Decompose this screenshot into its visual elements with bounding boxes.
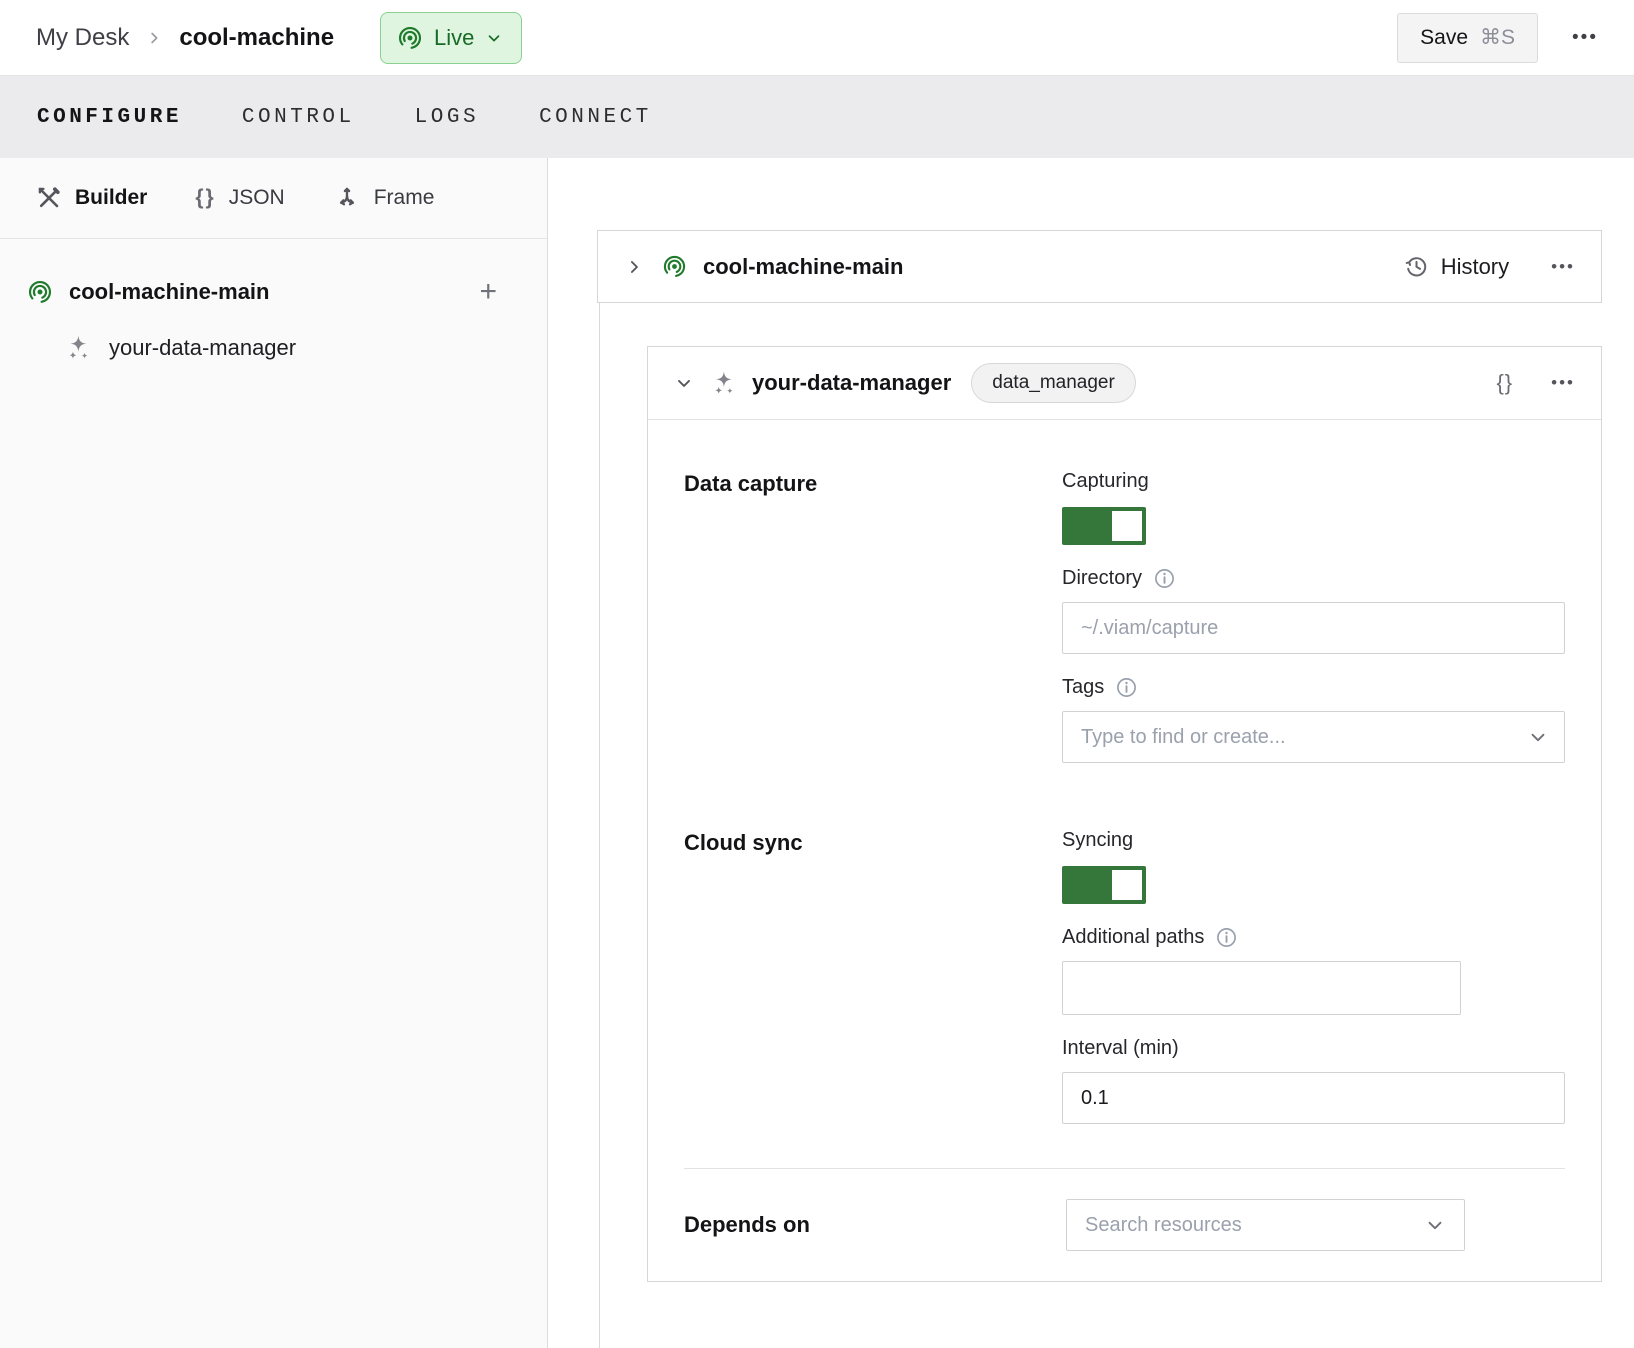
additional-paths-label: Additional paths — [1062, 926, 1204, 949]
section-label: Cloud sync — [684, 829, 1062, 1124]
history-label: History — [1441, 254, 1509, 280]
view-json[interactable]: {} JSON — [195, 186, 284, 210]
tab-control[interactable]: CONTROL — [242, 106, 355, 129]
part-title: cool-machine-main — [703, 254, 903, 280]
syncing-toggle[interactable] — [1062, 866, 1146, 904]
tree-item-data-manager[interactable]: your-data-manager — [27, 334, 497, 361]
config-view-switcher: Builder {} JSON — [0, 158, 547, 239]
syncing-label: Syncing — [1062, 829, 1565, 852]
cloud-sync-fields: Syncing Additional paths — [1062, 829, 1565, 1124]
config-main-panel: cool-machine-main History ••• — [548, 158, 1634, 1348]
toggle-knob — [1112, 511, 1142, 541]
resource-tree: cool-machine-main + your-data-manager — [0, 239, 547, 361]
interval-label: Interval (min) — [1062, 1037, 1565, 1060]
depends-on-row: Depends on Search resources — [648, 1169, 1601, 1281]
tree-connector-line — [599, 303, 600, 1348]
interval-input[interactable] — [1062, 1072, 1565, 1124]
history-button[interactable]: History — [1404, 254, 1509, 280]
config-sidebar: Builder {} JSON — [0, 158, 548, 1348]
save-button[interactable]: Save ⌘S — [1397, 13, 1538, 63]
tree-item-label: cool-machine-main — [69, 279, 269, 305]
live-status-button[interactable]: Live — [380, 12, 522, 64]
data-manager-form: Data capture Capturing Directory — [648, 420, 1601, 1169]
service-type-badge: data_manager — [971, 363, 1136, 403]
breadcrumb-current: cool-machine — [179, 24, 334, 52]
view-builder[interactable]: Builder — [36, 185, 147, 211]
tags-combobox — [1062, 711, 1565, 763]
content-area: Builder {} JSON — [0, 158, 1634, 1348]
machine-part-header: cool-machine-main History ••• — [597, 230, 1602, 303]
directory-label-row: Directory — [1062, 567, 1565, 590]
machine-online-icon — [397, 25, 423, 51]
info-icon[interactable] — [1216, 927, 1237, 948]
expand-chevron-right-icon[interactable] — [624, 257, 644, 277]
tab-connect[interactable]: CONNECT — [539, 106, 652, 129]
collapse-chevron-down-icon[interactable] — [674, 373, 694, 393]
save-label: Save — [1420, 26, 1468, 50]
additional-paths-input[interactable] — [1062, 961, 1461, 1015]
add-resource-button[interactable]: + — [479, 277, 497, 307]
info-icon[interactable] — [1154, 568, 1175, 589]
chevron-down-icon — [485, 29, 503, 47]
service-sparkle-icon — [712, 370, 738, 396]
depends-on-label: Depends on — [684, 1212, 1066, 1238]
service-title: your-data-manager — [752, 370, 951, 396]
tab-logs[interactable]: LOGS — [415, 106, 479, 129]
tree-item-machine-part[interactable]: cool-machine-main + — [27, 277, 497, 307]
service-more-menu-icon[interactable]: ••• — [1551, 373, 1575, 393]
machine-part-icon — [662, 254, 687, 279]
view-json-label: JSON — [229, 186, 285, 210]
breadcrumb-parent[interactable]: My Desk — [36, 24, 129, 52]
data-manager-card-header: your-data-manager data_manager {} ••• — [648, 347, 1601, 420]
machine-tab-bar: CONFIGURE CONTROL LOGS CONNECT — [0, 76, 1634, 158]
tags-label-row: Tags — [1062, 676, 1565, 699]
depends-on-placeholder: Search resources — [1085, 1214, 1424, 1237]
machine-part-icon — [27, 279, 53, 305]
more-menu-icon[interactable]: ••• — [1572, 27, 1598, 49]
toggle-knob — [1112, 870, 1142, 900]
section-label: Data capture — [684, 470, 1062, 763]
data-capture-fields: Capturing Directory — [1062, 470, 1565, 763]
directory-label: Directory — [1062, 567, 1142, 590]
directory-input[interactable] — [1062, 602, 1565, 654]
depends-on-select[interactable]: Search resources — [1066, 1199, 1465, 1251]
cloud-sync-section: Cloud sync Syncing Additional paths — [684, 829, 1565, 1124]
tags-label: Tags — [1062, 676, 1104, 699]
history-clock-icon — [1404, 254, 1429, 279]
view-frame-label: Frame — [374, 186, 435, 210]
service-sparkle-icon — [66, 334, 93, 361]
tab-configure[interactable]: CONFIGURE — [37, 106, 182, 129]
app-window: My Desk cool-machine Live Save ⌘S ••• — [0, 0, 1634, 1348]
view-builder-label: Builder — [75, 186, 147, 210]
json-braces-icon[interactable]: {} — [1496, 370, 1513, 396]
save-shortcut: ⌘S — [1480, 25, 1515, 50]
top-bar: My Desk cool-machine Live Save ⌘S ••• — [0, 0, 1634, 76]
info-icon[interactable] — [1116, 677, 1137, 698]
data-capture-section: Data capture Capturing Directory — [684, 470, 1565, 763]
tags-input[interactable] — [1062, 711, 1565, 763]
chevron-down-icon — [1424, 1214, 1446, 1236]
breadcrumb-chevron-icon — [145, 29, 163, 47]
live-label: Live — [434, 25, 474, 51]
additional-paths-label-row: Additional paths — [1062, 926, 1565, 949]
data-manager-card: your-data-manager data_manager {} ••• Da… — [647, 346, 1602, 1282]
tree-item-label: your-data-manager — [109, 335, 296, 361]
part-more-menu-icon[interactable]: ••• — [1551, 257, 1575, 277]
braces-icon: {} — [195, 186, 215, 210]
capturing-toggle[interactable] — [1062, 507, 1146, 545]
frame-icon — [333, 184, 361, 212]
view-frame[interactable]: Frame — [333, 184, 435, 212]
tools-icon — [36, 185, 62, 211]
capturing-label: Capturing — [1062, 470, 1565, 493]
